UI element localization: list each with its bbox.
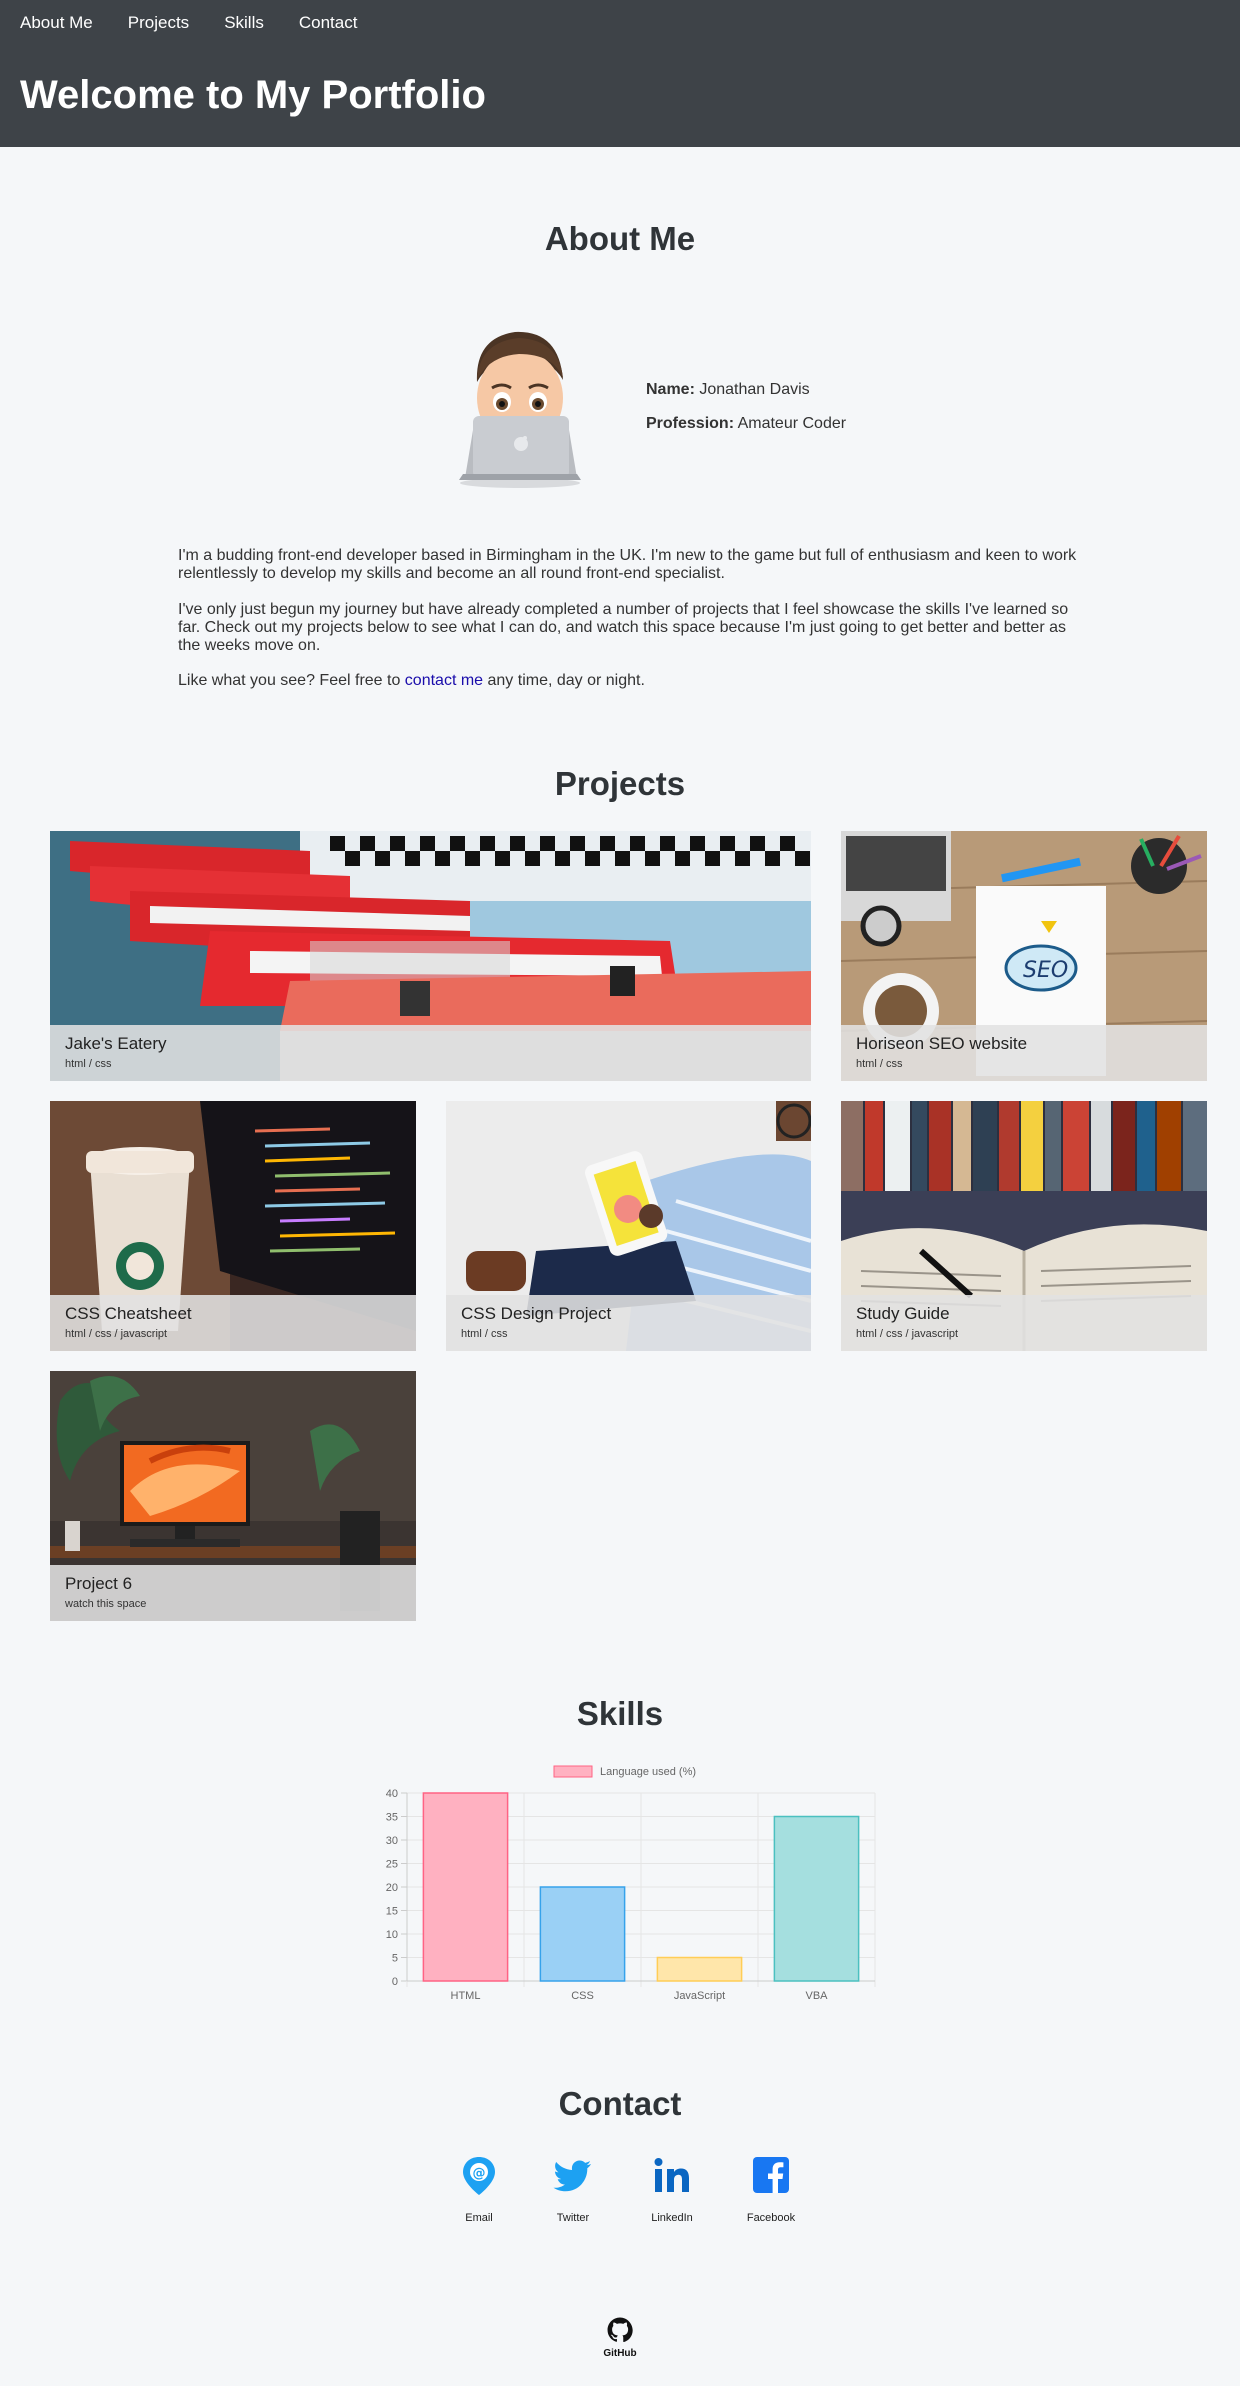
- project-tech: html / css: [65, 1058, 112, 1070]
- contact-label: Twitter: [556, 2212, 590, 2224]
- contact-linkedin[interactable]: LinkedIn: [632, 2155, 712, 2224]
- twitter-icon: [553, 2160, 591, 2192]
- project-caption: Jake's Eatery html / css: [50, 1025, 811, 1081]
- github-link[interactable]: GitHub: [600, 2317, 640, 2359]
- nav-link-about[interactable]: About Me: [20, 13, 93, 33]
- profession-line: Profession: Amateur Coder: [646, 415, 846, 433]
- y-tick-label: 5: [392, 1953, 398, 1965]
- github-icon: [607, 2317, 633, 2343]
- project-tech: html / css / javascript: [856, 1328, 959, 1340]
- bio-paragraph-1: I'm a budding front-end developer based …: [178, 547, 1077, 582]
- bio-closing-suffix: any time, day or night.: [483, 672, 645, 689]
- project-caption: CSS Design Project html / css: [446, 1295, 811, 1351]
- y-tick-label: 20: [386, 1882, 398, 1894]
- project-title: Jake's Eatery: [65, 1034, 167, 1053]
- svg-text:SEO: SEO: [1023, 958, 1068, 983]
- project-card-project-6[interactable]: Project 6 watch this space: [50, 1371, 416, 1621]
- project-title: Horiseon SEO website: [856, 1034, 1028, 1053]
- contact-email[interactable]: @ Email: [439, 2155, 519, 2224]
- site-title: Welcome to My Portfolio: [20, 73, 486, 117]
- nav-link-projects[interactable]: Projects: [128, 13, 189, 33]
- name-value: Jonathan Davis: [699, 381, 810, 398]
- project-caption: Study Guide html / css / javascript: [841, 1295, 1207, 1351]
- project-title: Project 6: [65, 1574, 133, 1593]
- project-tech: watch this space: [65, 1598, 147, 1610]
- name-line: Name: Jonathan Davis: [646, 381, 810, 399]
- legend-swatch: [553, 1765, 593, 1778]
- skills-heading: Skills: [576, 1695, 664, 1732]
- y-tick-label: 35: [386, 1812, 398, 1824]
- facebook-icon: [753, 2157, 789, 2193]
- project-caption: Project 6 watch this space: [50, 1565, 416, 1621]
- nav-link-skills[interactable]: Skills: [224, 13, 264, 33]
- bar-vba: [773, 1815, 860, 1982]
- bio-closing-prefix: Like what you see? Feel free to: [178, 672, 405, 689]
- project-tech: html / css: [856, 1058, 903, 1070]
- project-title: CSS Cheatsheet: [65, 1304, 192, 1323]
- x-tick-label: CSS: [571, 1990, 594, 2002]
- contact-me-link[interactable]: contact me: [405, 672, 483, 689]
- y-tick-label: 30: [386, 1835, 398, 1847]
- profession-value: Amateur Coder: [737, 415, 847, 432]
- contact-label: LinkedIn: [651, 2212, 693, 2224]
- email-pin-icon: @: [463, 2157, 495, 2195]
- contact-twitter[interactable]: Twitter: [533, 2155, 613, 2224]
- project-card-css-design[interactable]: CSS Design Project html / css: [446, 1101, 811, 1351]
- projects-heading: Projects: [554, 765, 686, 802]
- project-title: Study Guide: [856, 1304, 950, 1323]
- bio-closing: Like what you see? Feel free to contact …: [178, 672, 1078, 690]
- skills-bar-chart: Language used (%) 0 5 10 15 20 25 30 35 40 HTML CSS…: [386, 1765, 876, 2002]
- x-tick-label: JavaScript: [674, 1990, 725, 2002]
- project-card-horiseon[interactable]: SEO Horiseon SEO website html / css: [841, 831, 1207, 1081]
- x-tick-label: VBA: [805, 1990, 828, 2002]
- nav-link-contact[interactable]: Contact: [299, 13, 358, 33]
- contact-label: Email: [465, 2212, 493, 2224]
- project-caption: Horiseon SEO website html / css: [841, 1025, 1207, 1081]
- y-tick-label: 10: [386, 1929, 398, 1941]
- site-header: About Me Projects Skills Contact Welcome…: [0, 0, 1240, 147]
- project-card-study-guide[interactable]: Study Guide html / css / javascript: [841, 1101, 1207, 1351]
- project-title: CSS Design Project: [461, 1304, 612, 1323]
- project-card-css-cheatsheet[interactable]: CSS Cheatsheet html / css / javascript: [50, 1101, 416, 1351]
- bio-paragraph-2: I've only just begun my journey but have…: [178, 601, 1069, 654]
- x-tick-label: HTML: [451, 1990, 481, 2002]
- legend-label: Language used (%): [600, 1766, 696, 1778]
- name-label: Name:: [646, 381, 695, 398]
- bar-css: [539, 1886, 626, 1982]
- y-tick-label: 25: [386, 1859, 398, 1871]
- contact-heading: Contact: [558, 2085, 682, 2122]
- y-tick-label: 15: [386, 1906, 398, 1918]
- project-card-jakes-eatery[interactable]: Jake's Eatery html / css: [50, 831, 811, 1081]
- avatar: [459, 331, 581, 488]
- bar-javascript: [656, 1956, 743, 1982]
- github-label: GitHub: [603, 2348, 637, 2359]
- y-tick-label: 0: [392, 1976, 398, 1988]
- about-heading: About Me: [544, 220, 696, 257]
- bar-html: [422, 1792, 509, 1982]
- contact-facebook[interactable]: Facebook: [731, 2155, 811, 2224]
- project-tech: html / css: [461, 1328, 508, 1340]
- project-tech: html / css / javascript: [65, 1328, 168, 1340]
- svg-text:@: @: [473, 2166, 486, 2181]
- linkedin-icon: [654, 2158, 689, 2192]
- y-tick-label: 40: [386, 1788, 398, 1800]
- main-nav: About Me Projects Skills Contact: [20, 13, 392, 33]
- contact-label: Facebook: [746, 2212, 796, 2224]
- profession-label: Profession:: [646, 415, 735, 432]
- project-caption: CSS Cheatsheet html / css / javascript: [50, 1295, 416, 1351]
